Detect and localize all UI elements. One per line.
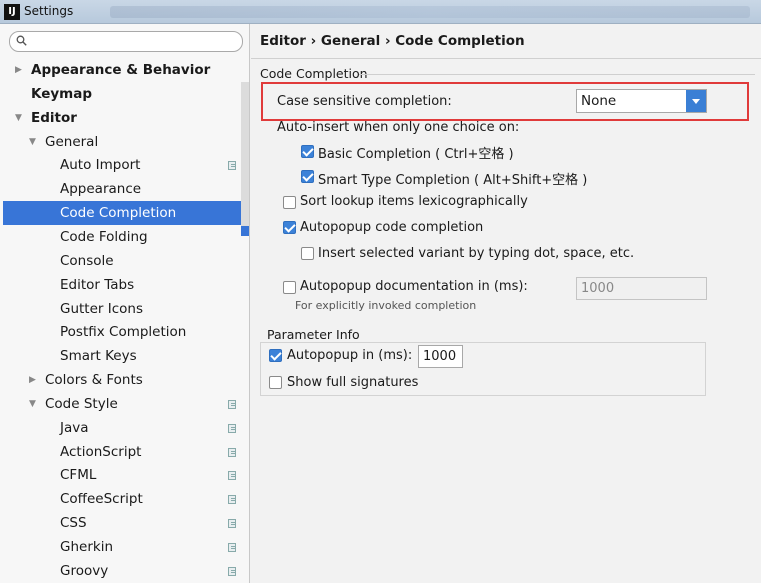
project-scope-icon xyxy=(228,566,236,576)
tree-item-label: General xyxy=(45,133,99,150)
chevron-down-icon[interactable] xyxy=(686,90,706,112)
tree-item[interactable]: Postfix Completion xyxy=(3,320,249,344)
tree-item-label: Appearance xyxy=(60,181,142,198)
tree-item-label: CoffeeScript xyxy=(60,491,143,508)
tree-item[interactable]: ▶ Appearance & Behavior xyxy=(3,58,249,82)
tree-item[interactable]: ▼ Editor xyxy=(3,106,249,130)
window-title: Settings xyxy=(24,4,74,18)
scrollbar-selection-marker xyxy=(241,226,249,236)
smart-completion-label[interactable]: Smart Type Completion ( Alt+Shift+空格 ) xyxy=(318,169,587,188)
breadcrumb: Editor › General › Code Completion xyxy=(260,33,525,49)
expand-arrow-icon[interactable]: ▼ xyxy=(29,392,36,416)
tree-item-label: Console xyxy=(60,252,114,269)
tree-item[interactable]: Gutter Icons xyxy=(3,297,249,321)
autopopup-doc-label[interactable]: Autopopup documentation in (ms): xyxy=(300,279,528,294)
tree-item[interactable]: Code Completion xyxy=(3,201,249,226)
tree-item-label: Postfix Completion xyxy=(60,324,187,341)
tree-item[interactable]: Java xyxy=(3,416,249,440)
auto-insert-label: Auto-insert when only one choice on: xyxy=(277,120,520,135)
case-sensitive-label: Case sensitive completion: xyxy=(277,94,452,109)
sort-lexicographically-label[interactable]: Sort lookup items lexicographically xyxy=(300,194,528,209)
project-scope-icon xyxy=(228,447,236,457)
project-scope-icon xyxy=(228,495,236,505)
tree-item[interactable]: Groovy xyxy=(3,559,249,583)
tree-item[interactable]: CoffeeScript xyxy=(3,487,249,511)
tree-item[interactable]: Console xyxy=(3,249,249,273)
insert-variant-label[interactable]: Insert selected variant by typing dot, s… xyxy=(318,246,634,261)
project-scope-icon xyxy=(228,543,236,552)
project-scope-icon xyxy=(228,423,236,433)
autopopup-completion-checkbox[interactable] xyxy=(283,221,296,234)
app-icon: IJ xyxy=(4,4,20,20)
tree-item-label: Editor Tabs xyxy=(60,276,135,293)
tree-item-label: Editor xyxy=(31,109,77,126)
tree-item[interactable]: Appearance xyxy=(3,177,249,201)
autopopup-completion-label[interactable]: Autopopup code completion xyxy=(300,220,483,235)
tree-item-label: Colors & Fonts xyxy=(45,372,143,389)
show-full-signatures-label[interactable]: Show full signatures xyxy=(287,375,418,390)
search-icon xyxy=(16,35,27,46)
tree-item[interactable]: Code Folding xyxy=(3,225,249,249)
parameter-info-title: Parameter Info xyxy=(265,327,362,342)
expand-arrow-icon[interactable]: ▼ xyxy=(29,130,36,154)
project-scope-icon xyxy=(228,519,236,529)
tree-item[interactable]: ▼ General xyxy=(3,130,249,154)
tree-item-label: Code Folding xyxy=(60,228,148,245)
autopopup-doc-ms-field[interactable]: 1000 xyxy=(576,277,707,300)
show-full-signatures-checkbox[interactable] xyxy=(269,376,282,389)
tree-item-label: CSS xyxy=(60,515,87,532)
blurred-path xyxy=(110,6,750,18)
smart-completion-checkbox[interactable] xyxy=(301,170,314,183)
tree-item[interactable]: Editor Tabs xyxy=(3,273,249,297)
project-scope-icon xyxy=(228,161,236,171)
divider xyxy=(251,58,761,59)
autopopup-doc-checkbox[interactable] xyxy=(283,281,296,294)
tree-item-label: Smart Keys xyxy=(60,348,137,365)
tree-item[interactable]: ▼ Code Style xyxy=(3,392,249,416)
case-sensitive-dropdown[interactable]: None xyxy=(576,89,707,113)
param-autopopup-ms-field[interactable]: 1000 xyxy=(418,345,463,368)
title-bar: IJ Settings xyxy=(0,0,761,24)
tree-item-label: Gherkin xyxy=(60,539,113,555)
param-autopopup-label[interactable]: Autopopup in (ms): xyxy=(287,348,412,363)
tree-item[interactable]: Auto Import xyxy=(3,153,249,177)
tree-item[interactable]: Gherkin xyxy=(3,535,249,559)
explicit-completion-hint: For explicitly invoked completion xyxy=(295,299,477,312)
basic-completion-label[interactable]: Basic Completion ( Ctrl+空格 ) xyxy=(318,143,514,162)
tree-item-label: Code Style xyxy=(45,395,118,412)
case-sensitive-value: None xyxy=(581,93,617,109)
tree-item-label: Code Completion xyxy=(60,205,177,222)
tree-item-label: Keymap xyxy=(31,85,93,102)
tree-item[interactable]: Smart Keys xyxy=(3,344,249,368)
param-autopopup-checkbox[interactable] xyxy=(269,349,282,362)
project-scope-icon xyxy=(228,399,236,409)
tree-item-label: ActionScript xyxy=(60,443,142,460)
tree-item-label: Gutter Icons xyxy=(60,300,144,317)
sort-lexicographically-checkbox[interactable] xyxy=(283,196,296,209)
tree-item[interactable]: Keymap xyxy=(3,82,249,106)
collapse-arrow-icon[interactable]: ▶ xyxy=(29,368,36,392)
tree-item[interactable]: CSS xyxy=(3,511,249,535)
tree-item-label: Groovy xyxy=(60,562,109,579)
project-scope-icon xyxy=(228,471,236,481)
settings-content: Editor › General › Code Completion Code … xyxy=(251,24,761,583)
insert-variant-checkbox[interactable] xyxy=(301,247,314,260)
expand-arrow-icon[interactable]: ▼ xyxy=(15,106,22,130)
tree-item-label: Java xyxy=(60,419,89,436)
code-completion-group-title: Code Completion xyxy=(260,66,368,81)
tree-scrollbar[interactable] xyxy=(241,82,249,232)
tree-item[interactable]: ▶ Colors & Fonts xyxy=(3,368,249,392)
tree-item-label: Auto Import xyxy=(60,157,141,174)
basic-completion-checkbox[interactable] xyxy=(301,145,314,158)
tree-item[interactable]: ActionScript xyxy=(3,440,249,464)
tree-item-label: CFML xyxy=(60,467,97,484)
collapse-arrow-icon[interactable]: ▶ xyxy=(15,58,22,82)
tree-item[interactable]: CFML xyxy=(3,463,249,487)
tree-item-label: Appearance & Behavior xyxy=(31,62,211,78)
group-separator xyxy=(359,74,755,75)
search-input[interactable] xyxy=(9,31,243,52)
settings-tree-panel: ▶ Appearance & Behavior Keymap ▼ Editor ▼ Gene… xyxy=(0,24,250,583)
